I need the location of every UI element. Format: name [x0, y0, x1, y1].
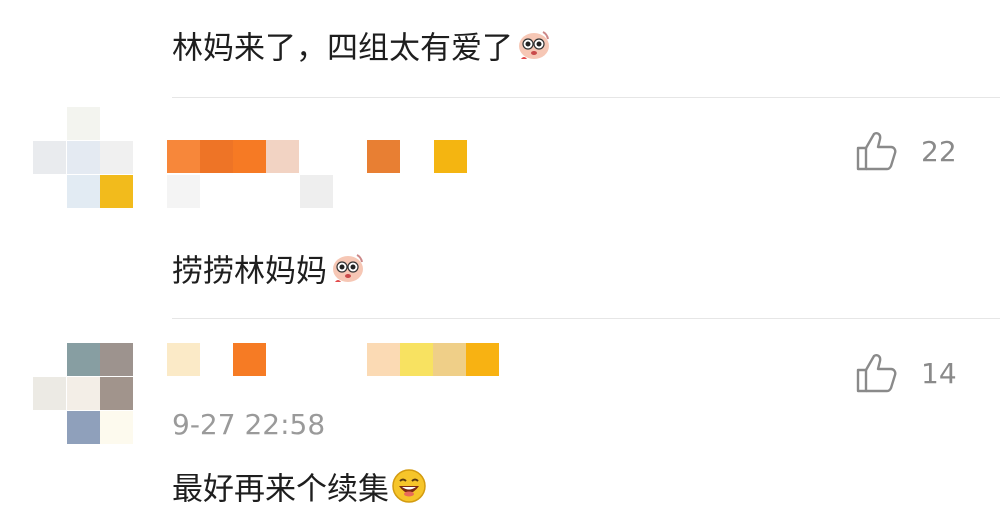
avatar-tile: [67, 141, 100, 174]
username-tile: [367, 140, 400, 173]
comment-2-text: 捞捞林妈妈: [172, 253, 327, 290]
avatar-tile: [67, 107, 100, 140]
avatar-tile: [100, 175, 133, 208]
thumbs-up-icon: [855, 352, 899, 394]
cartoon-face-sticker-icon: [329, 249, 367, 297]
username-tile: [167, 343, 200, 376]
comment-1: 林妈来了，四组太有爱了: [172, 26, 553, 74]
avatar-tile: [67, 175, 100, 208]
thumbs-up-icon: [855, 130, 899, 172]
comment-2: 捞捞林妈妈: [172, 249, 367, 297]
username-tile: [167, 175, 200, 208]
username-tile: [434, 140, 467, 173]
avatar-tile: [67, 411, 100, 444]
username-tile: [200, 140, 233, 173]
divider-1: [172, 97, 1000, 98]
username-tile: [466, 343, 499, 376]
avatar-tile: [100, 343, 133, 376]
like-count: 14: [921, 356, 957, 390]
laughing-face-emoji-icon: [391, 468, 427, 514]
username-tile: [167, 140, 200, 173]
avatar-tile: [100, 377, 133, 410]
timestamp: 9-27 22:58: [172, 408, 326, 441]
comment-3: 最好再来个续集: [172, 468, 427, 514]
username-tile: [266, 140, 299, 173]
avatar-tile: [67, 343, 100, 376]
avatar-tile: [100, 411, 133, 444]
username-tile: [433, 343, 466, 376]
username-tile: [300, 175, 333, 208]
username-tile: [367, 343, 400, 376]
avatar-tile: [33, 377, 66, 410]
comment-1-text: 林妈来了，四组太有爱了: [172, 30, 513, 67]
comment-3-text: 最好再来个续集: [172, 471, 389, 508]
like-button[interactable]: 14: [855, 352, 957, 394]
like-count: 22: [921, 134, 957, 168]
avatar-tile: [67, 377, 100, 410]
divider-2: [172, 318, 1000, 319]
avatar-tile: [33, 141, 66, 174]
cartoon-face-sticker-icon: [515, 26, 553, 74]
username-tile: [233, 343, 266, 376]
avatar-tile: [100, 141, 133, 174]
username-tile: [233, 140, 266, 173]
username-tile: [400, 343, 433, 376]
like-button[interactable]: 22: [855, 130, 957, 172]
